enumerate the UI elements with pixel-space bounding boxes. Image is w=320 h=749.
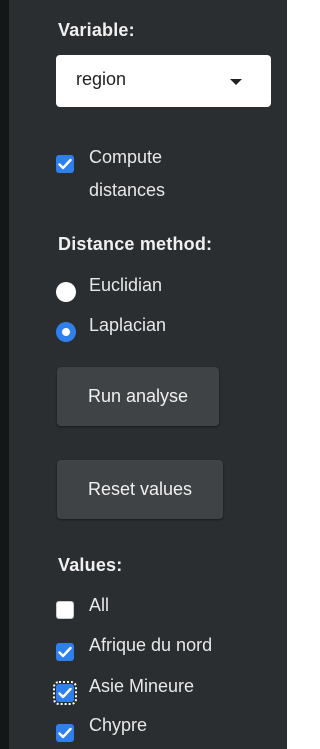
variable-select[interactable]: region bbox=[56, 55, 271, 107]
variable-select-value: region bbox=[76, 69, 127, 89]
values-chypre-checkbox[interactable] bbox=[56, 724, 74, 742]
checkmark-icon bbox=[58, 687, 72, 699]
run-analyse-button[interactable]: Run analyse bbox=[57, 367, 219, 426]
checkmark-icon bbox=[58, 727, 72, 739]
values-afrique-du-nord-checkbox[interactable] bbox=[56, 643, 74, 661]
right-gutter bbox=[287, 0, 299, 749]
values-label: Values: bbox=[58, 555, 123, 575]
radio-euclidian[interactable] bbox=[56, 282, 76, 302]
sidebar-left-edge bbox=[0, 0, 9, 749]
control-panel: Variable: region Compute distances Dista… bbox=[9, 0, 287, 749]
values-asie-mineure-checkbox[interactable] bbox=[53, 681, 77, 705]
checkmark-icon bbox=[58, 158, 72, 170]
values-asie-mineure-label: Asie Mineure bbox=[89, 676, 195, 696]
distance-method-label: Distance method: bbox=[58, 234, 213, 254]
values-chypre-label: Chypre bbox=[89, 715, 148, 735]
compute-distances-checkbox[interactable] bbox=[56, 155, 74, 173]
radio-laplacian-label: Laplacian bbox=[89, 315, 167, 335]
compute-distances-label-line2: distances bbox=[89, 180, 166, 200]
radio-euclidian-label: Euclidian bbox=[89, 275, 163, 295]
checkmark-icon bbox=[58, 646, 72, 658]
values-all-checkbox[interactable] bbox=[56, 601, 74, 619]
variable-label: Variable: bbox=[58, 20, 135, 40]
values-all-label: All bbox=[89, 595, 110, 615]
reset-values-button[interactable]: Reset values bbox=[57, 460, 223, 519]
radio-laplacian[interactable] bbox=[56, 322, 76, 342]
values-afrique-du-nord-label: Afrique du nord bbox=[89, 635, 213, 655]
chevron-down-icon bbox=[230, 79, 242, 85]
compute-distances-label-line1: Compute bbox=[89, 147, 163, 167]
